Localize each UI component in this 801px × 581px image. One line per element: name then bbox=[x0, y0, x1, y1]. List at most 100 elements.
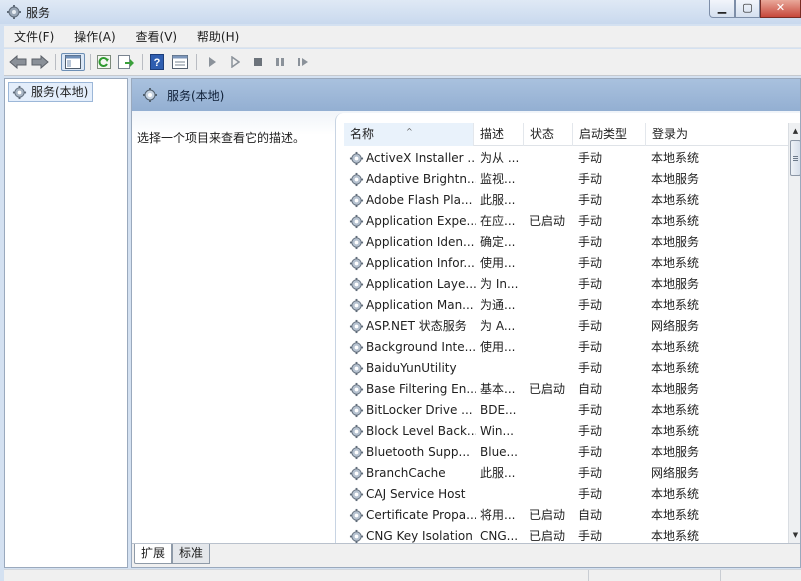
help-button[interactable]: ? bbox=[147, 53, 167, 71]
table-row[interactable]: Application Man... 为通... 手动 本地系统 bbox=[344, 295, 796, 316]
table-row[interactable]: BitLocker Drive ... BDE... 手动 本地系统 bbox=[344, 400, 796, 421]
table-row[interactable]: Application Infor... 使用... 手动 本地系统 bbox=[344, 253, 796, 274]
service-description: 为 A... bbox=[480, 319, 516, 333]
scroll-down-icon[interactable]: ▼ bbox=[789, 527, 800, 543]
table-row[interactable]: Base Filtering En... 基本... 已启动 自动 本地服务 bbox=[344, 379, 796, 400]
service-name: Bluetooth Supp... bbox=[366, 445, 470, 459]
scrollbar-thumb[interactable] bbox=[790, 140, 800, 176]
service-gear-icon bbox=[349, 172, 364, 187]
service-startup-type: 手动 bbox=[578, 424, 603, 438]
service-startup-type: 手动 bbox=[578, 403, 603, 417]
show-hide-tree-button[interactable] bbox=[61, 53, 85, 71]
service-description: 此服... bbox=[480, 193, 516, 207]
table-row[interactable]: Block Level Back... Win... 手动 本地系统 bbox=[344, 421, 796, 442]
svg-text:?: ? bbox=[154, 57, 161, 69]
back-button[interactable] bbox=[8, 53, 28, 71]
service-startup-type: 自动 bbox=[578, 508, 603, 522]
status-bar bbox=[4, 569, 801, 581]
tab-extended[interactable]: 扩展 bbox=[134, 544, 173, 564]
properties-button[interactable] bbox=[170, 53, 190, 71]
maximize-button[interactable]: ▢ bbox=[735, 0, 760, 18]
table-row[interactable]: Certificate Propa... 将用... 已启动 自动 本地系统 bbox=[344, 505, 796, 526]
service-description: 确定... bbox=[480, 235, 516, 249]
start-service-button[interactable] bbox=[202, 53, 222, 71]
column-status[interactable]: 状态 bbox=[524, 123, 573, 146]
service-log-on-as: 网络服务 bbox=[651, 466, 700, 480]
export-list-icon bbox=[118, 55, 134, 69]
service-name: Background Inte... bbox=[366, 340, 476, 354]
start-service-icon bbox=[209, 57, 216, 67]
service-name: ActiveX Installer ... bbox=[366, 151, 476, 165]
scroll-up-icon[interactable]: ▲ bbox=[789, 123, 800, 139]
main-body: 选择一个项目来查看它的描述。 ^ 名称 描述 状态 启动类型 登录为 Activ… bbox=[132, 111, 800, 545]
table-row[interactable]: ASP.NET 状态服务为 A... 手动 网络服务 bbox=[344, 316, 796, 337]
service-name: Certificate Propa... bbox=[366, 508, 476, 522]
menu-view[interactable]: 查看(V) bbox=[130, 26, 184, 48]
table-row[interactable]: Adobe Flash Pla... 此服... 手动 本地系统 bbox=[344, 190, 796, 211]
service-description: 使用... bbox=[480, 340, 516, 354]
service-log-on-as: 本地服务 bbox=[651, 172, 700, 186]
minimize-button[interactable]: ▁ bbox=[709, 0, 735, 18]
vertical-scrollbar[interactable]: ▲ ▼ bbox=[788, 123, 800, 543]
column-log-on-as-label: 登录为 bbox=[652, 127, 689, 141]
main-header: 服务(本地) bbox=[132, 79, 800, 111]
properties-icon bbox=[172, 55, 188, 69]
restart-service-button[interactable] bbox=[293, 53, 313, 71]
service-gear-icon bbox=[349, 151, 364, 166]
export-list-button[interactable] bbox=[116, 53, 136, 71]
service-gear-icon bbox=[349, 445, 364, 460]
service-gear-icon bbox=[349, 466, 364, 481]
stop-service-button[interactable] bbox=[248, 53, 268, 71]
pause-service-button[interactable] bbox=[270, 53, 290, 71]
service-gear-icon bbox=[349, 424, 364, 439]
start-service-params-button[interactable] bbox=[225, 53, 245, 71]
forward-button[interactable] bbox=[30, 53, 50, 71]
table-row[interactable]: CAJ Service Host 手动 本地系统 bbox=[344, 484, 796, 505]
close-button[interactable]: ✕ bbox=[760, 0, 801, 18]
toolbar-separator bbox=[55, 54, 56, 70]
menu-file[interactable]: 文件(F) bbox=[8, 26, 60, 48]
gear-icon bbox=[142, 87, 158, 106]
table-row[interactable]: ActiveX Installer ... 为从 ... 手动 本地系统 bbox=[344, 148, 796, 169]
column-log-on-as[interactable]: 登录为 bbox=[646, 123, 706, 146]
toolbar-separator bbox=[196, 54, 197, 70]
service-name: Application Infor... bbox=[366, 256, 475, 270]
service-startup-type: 手动 bbox=[578, 487, 603, 501]
table-row[interactable]: BaiduYunUtility 手动 本地系统 bbox=[344, 358, 796, 379]
tab-standard[interactable]: 标准 bbox=[172, 544, 211, 564]
table-row[interactable]: Application Expe... 在应... 已启动 手动 本地系统 bbox=[344, 211, 796, 232]
table-row[interactable]: Background Inte... 使用... 手动 本地系统 bbox=[344, 337, 796, 358]
service-name: Application Laye... bbox=[366, 277, 476, 291]
column-description[interactable]: 描述 bbox=[474, 123, 524, 146]
column-startup-type[interactable]: 启动类型 bbox=[573, 123, 646, 146]
table-row[interactable]: Application Iden... 确定... 手动 本地服务 bbox=[344, 232, 796, 253]
service-startup-type: 手动 bbox=[578, 151, 603, 165]
table-row[interactable]: Bluetooth Supp... Blue... 手动 本地服务 bbox=[344, 442, 796, 463]
tree-node-services-local[interactable]: 服务(本地) bbox=[8, 82, 94, 102]
menu-help[interactable]: 帮助(H) bbox=[191, 26, 245, 48]
service-description: 为通... bbox=[480, 298, 516, 312]
menu-action[interactable]: 操作(A) bbox=[68, 26, 122, 48]
table-row[interactable]: BranchCache 此服... 手动 网络服务 bbox=[344, 463, 796, 484]
service-startup-type: 手动 bbox=[578, 193, 603, 207]
service-name: Adobe Flash Pla... bbox=[366, 193, 473, 207]
service-startup-type: 手动 bbox=[578, 298, 603, 312]
service-log-on-as: 本地系统 bbox=[651, 256, 700, 270]
service-gear-icon bbox=[349, 256, 364, 271]
pause-service-icon bbox=[276, 58, 284, 66]
help-icon: ? bbox=[150, 54, 164, 70]
service-description: Blue... bbox=[480, 445, 518, 459]
service-gear-icon bbox=[349, 508, 364, 523]
service-description: 将用... bbox=[480, 508, 516, 522]
service-status: 已启动 bbox=[529, 214, 566, 228]
table-row[interactable]: Application Laye... 为 In... 手动 本地服务 bbox=[344, 274, 796, 295]
service-name: CAJ Service Host bbox=[366, 487, 466, 501]
service-gear-icon bbox=[349, 214, 364, 229]
table-row[interactable]: Adaptive Brightn... 监视... 手动 本地服务 bbox=[344, 169, 796, 190]
refresh-button[interactable] bbox=[94, 53, 114, 71]
service-description: 基本... bbox=[480, 382, 516, 396]
service-log-on-as: 本地系统 bbox=[651, 340, 700, 354]
toolbar-separator bbox=[142, 54, 143, 70]
service-name: Application Expe... bbox=[366, 214, 476, 228]
column-name[interactable]: ^ 名称 bbox=[344, 123, 474, 146]
